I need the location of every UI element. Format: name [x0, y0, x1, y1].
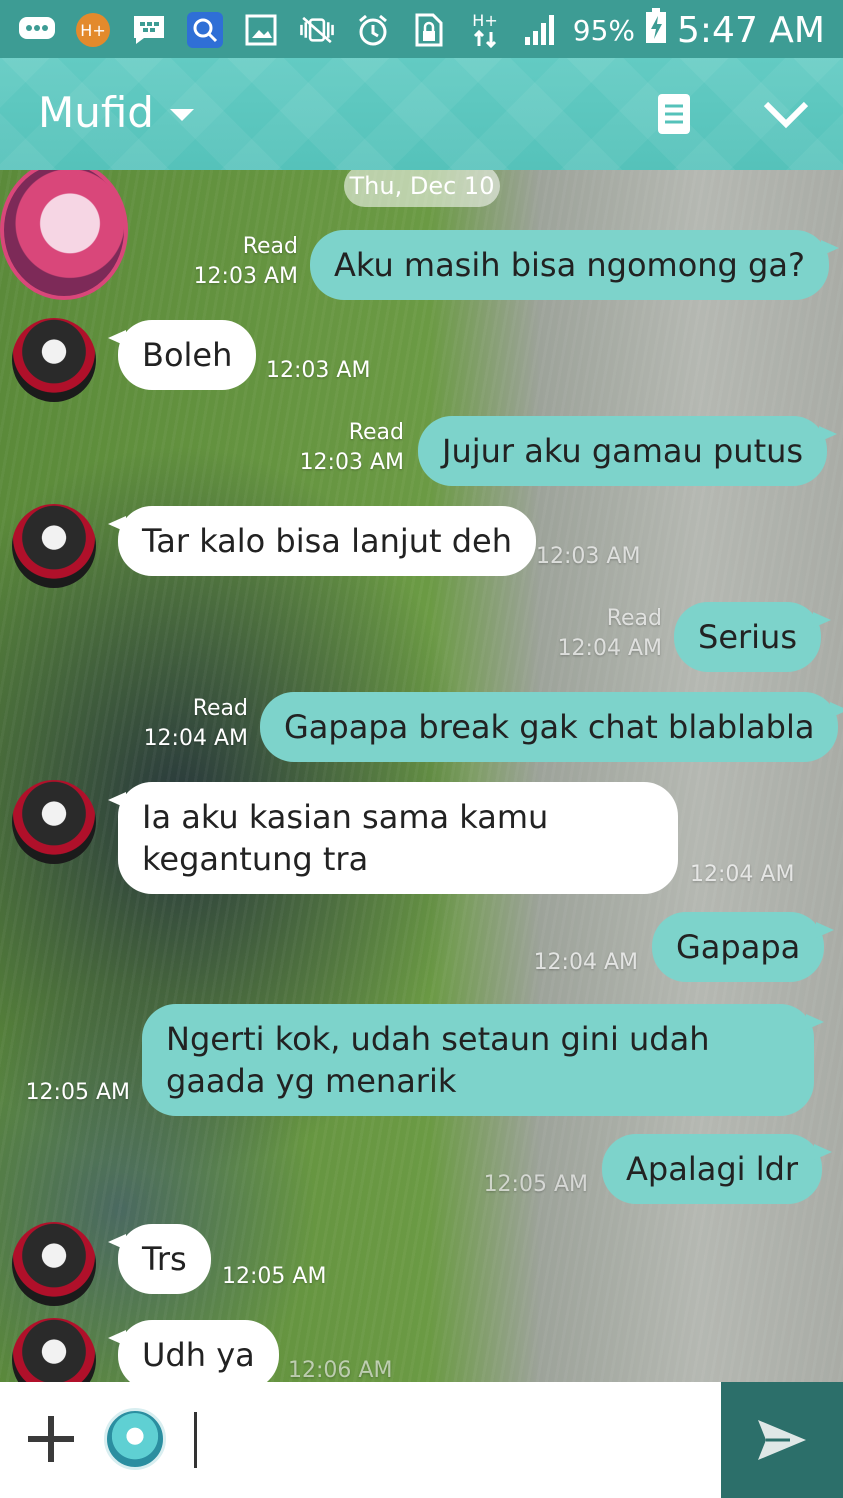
message-bubble-incoming[interactable]: Boleh — [107, 320, 257, 390]
chevron-down-icon — [763, 101, 809, 129]
message-time: 12:04 AM — [557, 636, 662, 661]
message-meta: Read 12:03 AM — [180, 232, 298, 292]
collapse-button[interactable] — [758, 86, 814, 142]
notification-icons: H+ H+ — [18, 10, 560, 50]
read-receipt: Read — [348, 420, 404, 445]
contact-avatar[interactable] — [12, 504, 96, 588]
message-time: 12:04 AM — [143, 726, 248, 751]
mute-vibrate-icon — [298, 11, 336, 49]
message-time: 12:04 AM — [690, 862, 795, 887]
status-bar: H+ H+ 95% 5:47 AM — [0, 0, 843, 58]
date-separator: Thu, Dec 10 — [344, 170, 500, 207]
message-time: 12:05 AM — [25, 1080, 130, 1105]
contact-name-dropdown[interactable]: Mufid — [38, 88, 194, 137]
contact-avatar[interactable] — [12, 318, 96, 402]
message-bubble-outgoing[interactable]: Aku masih bisa ngomong ga? — [310, 230, 839, 300]
dropdown-caret-icon — [169, 108, 194, 121]
gallery-icon — [242, 11, 280, 49]
sticker-icon[interactable] — [104, 1408, 166, 1470]
message-bubble-outgoing[interactable]: Jujur aku gamau putus — [418, 416, 838, 486]
data-arrows-icon: H+ — [466, 11, 504, 49]
message-bubble-incoming[interactable]: Tar kalo bisa lanjut deh — [107, 506, 537, 576]
attach-button[interactable] — [24, 1412, 78, 1466]
contact-name: Mufid — [38, 88, 154, 137]
message-bubble-outgoing[interactable]: Ngerti kok, udah setaun gini udah gaada … — [142, 1004, 824, 1116]
message-bubble-incoming[interactable]: Ia aku kasian sama kamu kegantung tra — [108, 782, 678, 894]
alarm-icon — [354, 11, 392, 49]
contact-avatar[interactable] — [12, 1222, 96, 1306]
message-input-bar — [0, 1382, 843, 1498]
text-cursor — [194, 1412, 197, 1468]
message-bubble-outgoing[interactable]: Serius — [674, 602, 831, 672]
bbm-icon — [130, 11, 168, 49]
svg-text:H+: H+ — [80, 21, 105, 40]
battery-percent: 95% — [572, 13, 636, 47]
message-icon — [18, 11, 56, 49]
send-button[interactable] — [721, 1382, 843, 1498]
send-icon — [758, 1420, 806, 1460]
clock: 5:47 AM — [677, 9, 825, 51]
message-time: 12:03 AM — [536, 544, 641, 569]
search-app-icon — [186, 11, 224, 49]
plus-icon — [28, 1416, 74, 1462]
svg-text:H+: H+ — [472, 11, 497, 30]
sim-lock-icon — [410, 11, 448, 49]
message-time: 12:03 AM — [299, 450, 404, 475]
h-plus-badge-icon: H+ — [74, 11, 112, 49]
status-right: 95% 5:47 AM — [573, 6, 825, 54]
contact-avatar[interactable] — [12, 780, 96, 864]
message-time: 12:05 AM — [483, 1172, 588, 1197]
chat-area[interactable]: Thu, Dec 10 Read 12:03 AM Aku masih bisa… — [0, 170, 843, 1382]
notes-button[interactable] — [646, 86, 702, 142]
message-time: 12:06 AM — [288, 1358, 393, 1382]
signal-icon — [522, 11, 560, 49]
read-receipt: Read — [606, 606, 662, 631]
chat-header: Mufid — [0, 58, 843, 170]
message-bubble-incoming[interactable]: Udh ya — [108, 1320, 279, 1382]
message-bubble-outgoing[interactable]: Apalagi ldr — [602, 1134, 833, 1204]
message-time: 12:03 AM — [266, 358, 371, 383]
message-bubble-outgoing[interactable]: Gapapa — [652, 912, 835, 982]
message-bubble-outgoing[interactable]: Gapapa break gak chat blablabla — [260, 692, 843, 762]
read-receipt: Read — [192, 696, 248, 721]
message-meta: Read 12:04 AM — [544, 604, 662, 664]
read-receipt: Read — [242, 234, 298, 259]
message-meta: Read 12:03 AM — [286, 418, 404, 478]
message-time: 12:03 AM — [193, 264, 298, 289]
message-bubble-incoming[interactable]: Trs — [108, 1224, 211, 1294]
message-meta: Read 12:04 AM — [130, 694, 248, 754]
message-input[interactable] — [190, 1406, 710, 1472]
message-time: 12:05 AM — [222, 1264, 327, 1289]
notes-icon — [658, 94, 690, 134]
battery-charging-icon — [645, 7, 667, 53]
message-time: 12:04 AM — [533, 950, 638, 975]
